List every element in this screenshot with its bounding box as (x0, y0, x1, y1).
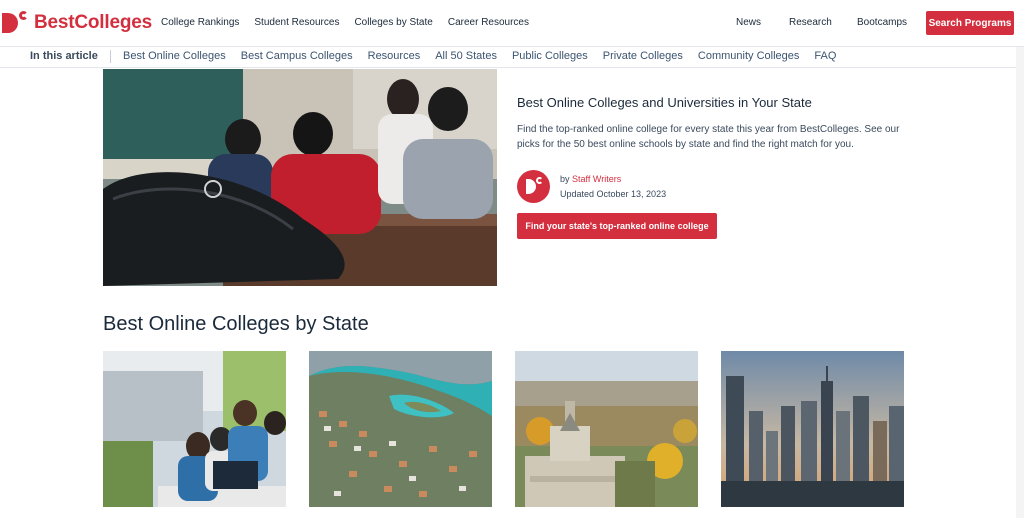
author-avatar (517, 170, 550, 203)
bestcolleges-logo[interactable]: BestColleges (2, 11, 152, 35)
article-link-campus-colleges[interactable]: Best Campus Colleges (241, 50, 353, 62)
state-card-2[interactable] (309, 351, 492, 507)
article-nav-links: Best Online Colleges Best Campus College… (123, 50, 836, 62)
nav-research[interactable]: Research (789, 17, 832, 28)
state-card-1[interactable] (103, 351, 286, 507)
state-card-3[interactable] (515, 351, 698, 507)
article-nav-divider (110, 50, 111, 63)
article-link-private-colleges[interactable]: Private Colleges (603, 50, 683, 62)
logo-text: BestColleges (34, 12, 152, 33)
students-photo (103, 351, 286, 507)
nav-colleges-by-state[interactable]: Colleges by State (354, 17, 432, 28)
by-prefix: by (560, 173, 570, 184)
find-state-college-button[interactable]: Find your state's top-ranked online coll… (517, 213, 717, 239)
hero-text-block: Best Online Colleges and Universities in… (517, 95, 917, 152)
nav-college-rankings[interactable]: College Rankings (161, 17, 239, 28)
coastal-city-photo (309, 351, 492, 507)
article-link-online-colleges[interactable]: Best Online Colleges (123, 50, 226, 62)
byline: by Staff Writers Updated October 13, 202… (517, 170, 666, 203)
article-link-resources[interactable]: Resources (368, 50, 421, 62)
section-title: Best Online Colleges by State (103, 313, 369, 335)
page-scrollbar[interactable] (1016, 47, 1024, 518)
hero-classroom-image (103, 69, 497, 286)
article-link-community-colleges[interactable]: Community Colleges (698, 50, 799, 62)
nav-student-resources[interactable]: Student Resources (254, 17, 339, 28)
capitol-photo (515, 351, 698, 507)
page-title: Best Online Colleges and Universities in… (517, 95, 812, 110)
logo-icon (2, 11, 28, 35)
hero-description: Find the top-ranked online college for e… (517, 124, 900, 150)
search-programs-button[interactable]: Search Programs (926, 11, 1014, 35)
byline-text: by Staff Writers Updated October 13, 202… (560, 172, 666, 202)
nav-bootcamps[interactable]: Bootcamps (857, 17, 907, 28)
article-link-faq[interactable]: FAQ (814, 50, 836, 62)
main-nav-links: College Rankings Student Resources Colle… (161, 17, 529, 28)
article-nav-label: In this article (30, 50, 98, 62)
nav-career-resources[interactable]: Career Resources (448, 17, 529, 28)
nav-news[interactable]: News (736, 17, 761, 28)
article-link-public-colleges[interactable]: Public Colleges (512, 50, 588, 62)
state-card-4[interactable] (721, 351, 904, 507)
top-navigation: BestColleges College Rankings Student Re… (0, 0, 1024, 47)
skyline-photo (721, 351, 904, 507)
author-link[interactable]: Staff Writers (572, 174, 621, 184)
article-navigation: In this article Best Online Colleges Bes… (0, 47, 1024, 68)
updated-date: Updated October 13, 2023 (560, 188, 667, 199)
article-link-all-50-states[interactable]: All 50 States (435, 50, 497, 62)
